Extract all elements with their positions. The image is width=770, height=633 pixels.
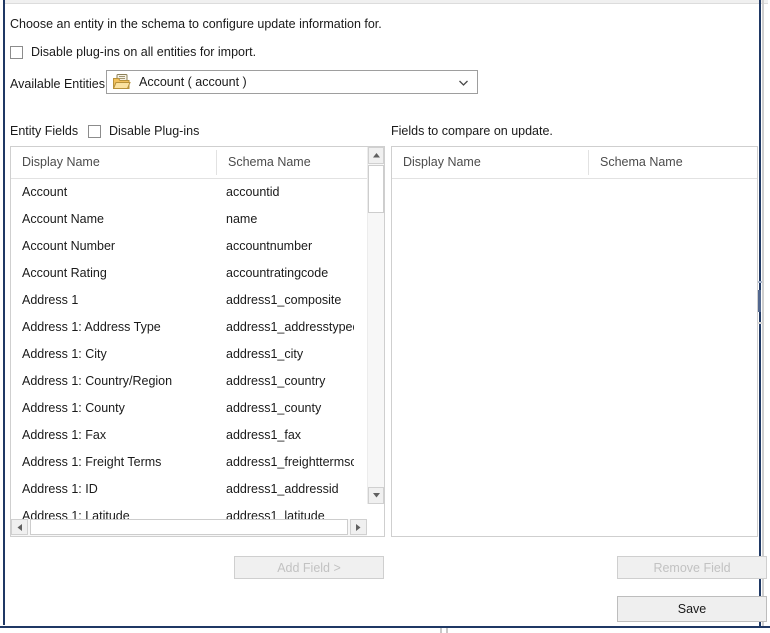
table-row[interactable]: Address 1: IDaddress1_addressid bbox=[11, 476, 384, 503]
window-right-border bbox=[759, 0, 761, 626]
scroll-up-button[interactable] bbox=[368, 147, 384, 164]
table-row[interactable]: Address 1: Address Typeaddress1_addresst… bbox=[11, 314, 384, 341]
column-header-schema-name[interactable]: Schema Name bbox=[589, 147, 757, 178]
cell-display-name: Account Number bbox=[22, 233, 222, 260]
cell-display-name: Address 1: Country/Region bbox=[22, 368, 222, 395]
entity-fields-label: Entity Fields bbox=[10, 124, 78, 138]
column-header-display-name[interactable]: Display Name bbox=[392, 147, 588, 178]
cell-display-name: Address 1 bbox=[22, 287, 222, 314]
entity-fields-grid-header: Display Name Schema Name bbox=[11, 147, 384, 179]
cell-schema-name: name bbox=[226, 206, 354, 233]
fields-to-compare-grid-body[interactable] bbox=[392, 179, 757, 536]
entity-fields-horizontal-scrollbar[interactable] bbox=[11, 519, 367, 536]
cell-schema-name: address1_composite bbox=[226, 287, 354, 314]
table-row[interactable]: Address 1: Countyaddress1_county bbox=[11, 395, 384, 422]
entity-update-configuration-window: Choose an entity in the schema to config… bbox=[0, 0, 770, 633]
cell-display-name: Address 1: Address Type bbox=[22, 314, 222, 341]
scroll-down-button[interactable] bbox=[368, 487, 384, 504]
disable-plugins-all-entities-label: Disable plug-ins on all entities for imp… bbox=[31, 45, 256, 59]
cell-schema-name: accountnumber bbox=[226, 233, 354, 260]
cell-schema-name: address1_country bbox=[226, 368, 354, 395]
cell-schema-name: address1_addresstypecode bbox=[226, 314, 354, 341]
available-entities-selected-value: Account ( account ) bbox=[139, 75, 457, 89]
cell-schema-name: accountratingcode bbox=[226, 260, 354, 287]
window-bottom-border bbox=[0, 626, 770, 628]
cell-display-name: Account Name bbox=[22, 206, 222, 233]
disable-plugins-all-entities-checkbox-row[interactable]: Disable plug-ins on all entities for imp… bbox=[10, 45, 256, 59]
cell-schema-name: address1_county bbox=[226, 395, 354, 422]
chevron-down-icon[interactable] bbox=[457, 76, 470, 89]
scroll-left-button[interactable] bbox=[11, 519, 28, 535]
table-row[interactable]: Address 1: Cityaddress1_city bbox=[11, 341, 384, 368]
cell-display-name: Address 1: County bbox=[22, 395, 222, 422]
window-right-edge bbox=[762, 0, 764, 626]
dialog-content: Choose an entity in the schema to config… bbox=[6, 4, 758, 624]
disable-plugins-label: Disable Plug-ins bbox=[109, 124, 199, 138]
fields-to-compare-grid: Display Name Schema Name bbox=[391, 146, 758, 537]
add-field-button[interactable]: Add Field > bbox=[234, 556, 384, 579]
available-entities-combobox[interactable]: Account ( account ) bbox=[106, 70, 478, 94]
entity-fields-vertical-scrollbar[interactable] bbox=[367, 147, 384, 504]
window-bottom-notch-a bbox=[440, 628, 442, 633]
entity-fields-grid-body[interactable]: AccountaccountidAccount NamenameAccount … bbox=[11, 179, 384, 536]
cell-display-name: Account bbox=[22, 179, 222, 206]
checkbox-icon[interactable] bbox=[88, 125, 101, 138]
available-entities-label: Available Entities bbox=[10, 77, 105, 91]
cell-display-name: Address 1: ID bbox=[22, 476, 222, 503]
fields-to-compare-label: Fields to compare on update. bbox=[391, 124, 553, 138]
cell-schema-name: address1_fax bbox=[226, 422, 354, 449]
table-row[interactable]: Address 1address1_composite bbox=[11, 287, 384, 314]
cell-display-name: Address 1: Fax bbox=[22, 422, 222, 449]
cell-display-name: Address 1: City bbox=[22, 341, 222, 368]
window-bottom-notch-b bbox=[446, 628, 448, 633]
instruction-text: Choose an entity in the schema to config… bbox=[10, 17, 382, 31]
cell-display-name: Account Rating bbox=[22, 260, 222, 287]
table-row[interactable]: Address 1: Freight Termsaddress1_freight… bbox=[11, 449, 384, 476]
fields-to-compare-grid-header: Display Name Schema Name bbox=[392, 147, 757, 179]
table-row[interactable]: Account Numberaccountnumber bbox=[11, 233, 384, 260]
cell-schema-name: address1_freighttermscode bbox=[226, 449, 354, 476]
table-row[interactable]: Account Namename bbox=[11, 206, 384, 233]
disable-plugins-checkbox-row[interactable]: Disable Plug-ins bbox=[88, 124, 199, 138]
window-left-border bbox=[3, 0, 5, 625]
column-header-schema-name[interactable]: Schema Name bbox=[217, 147, 363, 178]
cell-display-name: Address 1: Freight Terms bbox=[22, 449, 222, 476]
scroll-right-button[interactable] bbox=[350, 519, 367, 535]
entity-fields-grid: Display Name Schema Name Accountaccounti… bbox=[10, 146, 385, 537]
table-row[interactable]: Address 1: Faxaddress1_fax bbox=[11, 422, 384, 449]
horizontal-scrollbar-thumb[interactable] bbox=[30, 519, 348, 535]
table-row[interactable]: Account Ratingaccountratingcode bbox=[11, 260, 384, 287]
cell-schema-name: address1_addressid bbox=[226, 476, 354, 503]
vertical-scrollbar-thumb[interactable] bbox=[368, 165, 384, 213]
column-header-display-name[interactable]: Display Name bbox=[11, 147, 216, 178]
entity-record-icon bbox=[113, 74, 131, 90]
table-row[interactable]: Address 1: Country/Regionaddress1_countr… bbox=[11, 368, 384, 395]
cell-schema-name: accountid bbox=[226, 179, 354, 206]
table-row[interactable]: Accountaccountid bbox=[11, 179, 384, 206]
cell-schema-name: address1_city bbox=[226, 341, 354, 368]
remove-field-button[interactable]: Remove Field bbox=[617, 556, 767, 579]
save-button[interactable]: Save bbox=[617, 596, 767, 622]
checkbox-icon[interactable] bbox=[10, 46, 23, 59]
